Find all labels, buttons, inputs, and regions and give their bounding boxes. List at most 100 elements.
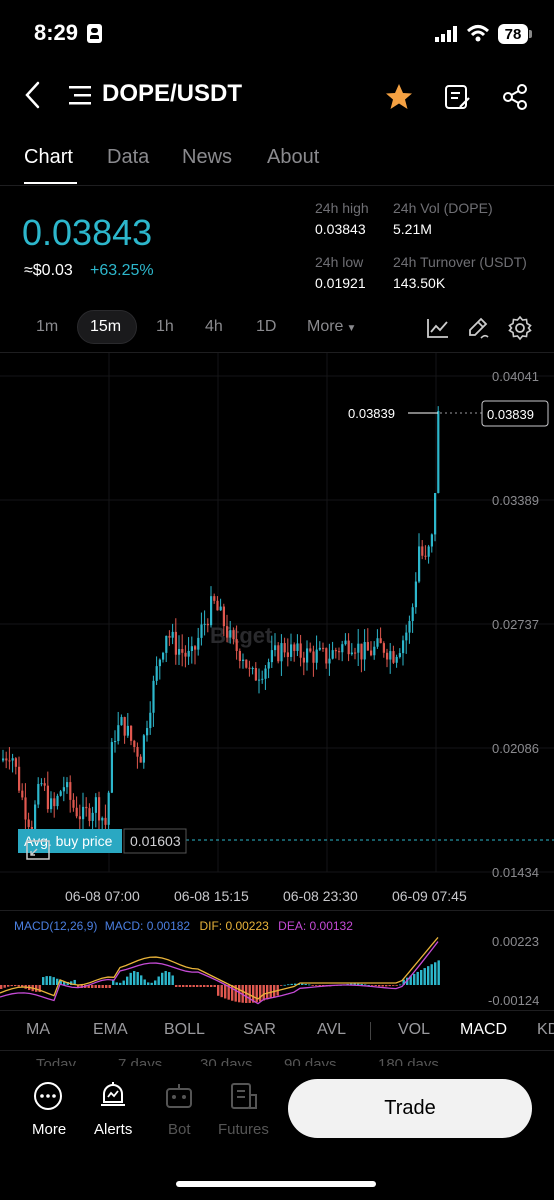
candle-body <box>411 607 414 622</box>
macd-bar <box>175 985 178 987</box>
period-90d[interactable]: 90 days <box>284 1056 337 1066</box>
candle-body <box>254 668 257 681</box>
candle-body <box>296 643 299 651</box>
notes-icon[interactable] <box>443 83 471 111</box>
macd-bar <box>10 985 13 987</box>
macd-bar <box>17 985 20 987</box>
timeframe-1d[interactable]: 1D <box>256 318 276 336</box>
menu-icon[interactable] <box>68 84 94 106</box>
candle-body <box>408 621 411 633</box>
tab-news[interactable]: News <box>182 146 232 169</box>
signal-icon <box>435 26 457 42</box>
settings-gear-icon[interactable] <box>507 315 533 341</box>
status-time: 8:29 <box>34 20 79 45</box>
macd-bar <box>178 985 181 987</box>
back-icon[interactable] <box>22 80 44 110</box>
alert-icon[interactable] <box>98 1080 128 1110</box>
period-today[interactable]: Today <box>36 1056 76 1066</box>
timeframe-15m[interactable]: 15m <box>90 318 121 336</box>
indicator-boll[interactable]: BOLL <box>164 1021 205 1039</box>
candle-body <box>34 804 37 829</box>
macd-bar <box>136 972 139 985</box>
candle-body <box>382 643 385 653</box>
indicator-sar[interactable]: SAR <box>243 1021 276 1039</box>
macd-bar <box>14 985 17 987</box>
draw-pen-icon[interactable] <box>466 315 492 341</box>
nav-more[interactable]: More <box>32 1121 66 1138</box>
candle-body <box>184 652 187 657</box>
y-tick: 0.02086 <box>492 741 539 756</box>
macd-bar <box>189 985 192 987</box>
macd-bar <box>210 985 213 987</box>
macd-bar <box>115 982 118 985</box>
turnover-label: 24h Turnover (USDT) <box>393 254 527 270</box>
tab-chart[interactable]: Chart <box>24 146 73 169</box>
macd-bar <box>434 962 437 985</box>
bot-icon[interactable] <box>164 1081 194 1111</box>
candle-body <box>379 638 382 644</box>
candle-body <box>264 668 267 679</box>
candle-body <box>274 645 277 651</box>
futures-icon[interactable] <box>229 1081 259 1111</box>
tab-about[interactable]: About <box>267 146 319 169</box>
candle-body <box>270 650 273 663</box>
candle-body <box>238 650 241 662</box>
period-7d[interactable]: 7 days <box>118 1056 162 1066</box>
battery-indicator: 78 <box>498 24 528 44</box>
y-tick: 0.02737 <box>492 617 539 632</box>
candle-body <box>427 546 430 557</box>
timeframe-more[interactable]: More ▼ <box>307 318 356 336</box>
macd-bar <box>94 985 97 988</box>
star-icon[interactable] <box>384 82 414 112</box>
candle-body <box>174 631 177 655</box>
nav-alerts[interactable]: Alerts <box>94 1121 132 1138</box>
nav-bot[interactable]: Bot <box>168 1121 191 1138</box>
candle-body <box>373 646 376 656</box>
candle-body <box>232 630 235 640</box>
candle-body <box>53 798 56 807</box>
candle-body <box>280 643 283 662</box>
home-indicator[interactable] <box>176 1181 376 1187</box>
candle-body <box>206 623 209 626</box>
more-icon[interactable] <box>33 1081 63 1111</box>
timeframe-4h[interactable]: 4h <box>205 318 223 336</box>
candle-body <box>344 640 347 645</box>
candle-body <box>69 782 72 800</box>
timeframe-1m[interactable]: 1m <box>36 318 58 336</box>
period-30d[interactable]: 30 days <box>200 1056 253 1066</box>
candle-body <box>2 758 5 761</box>
candle-body <box>216 600 219 611</box>
tab-data[interactable]: Data <box>107 146 149 169</box>
indicator-ma[interactable]: MA <box>26 1021 50 1039</box>
candle-body <box>395 656 398 663</box>
candle-body <box>62 787 65 792</box>
candle-body <box>277 645 280 662</box>
nav-futures[interactable]: Futures <box>218 1121 269 1138</box>
indicator-kd[interactable]: KD <box>537 1021 554 1039</box>
macd-bar <box>217 985 220 996</box>
macd-bar <box>0 985 3 989</box>
turnover-value: 143.50K <box>393 275 446 291</box>
macd-bar <box>290 983 293 985</box>
macd-bar <box>168 972 171 985</box>
macd-bar <box>308 984 311 986</box>
indicator-divider-bottom <box>0 1050 554 1051</box>
indicator-avl[interactable]: AVL <box>317 1021 346 1039</box>
timeframe-1h[interactable]: 1h <box>156 318 174 336</box>
candle-body <box>331 650 334 659</box>
period-180d[interactable]: 180 days <box>378 1056 439 1066</box>
candlestick-chart[interactable]: Bitget 0.04041 0.03389 0.02737 0.02086 0… <box>0 353 554 910</box>
candle-body <box>222 606 225 627</box>
pair-title[interactable]: DOPE/USDT <box>102 80 242 108</box>
line-chart-icon[interactable] <box>426 316 450 340</box>
macd-bar <box>119 982 122 985</box>
share-icon[interactable] <box>502 83 530 111</box>
watermark-logo: Bitget <box>210 623 273 648</box>
high-marker-label: 0.03839 <box>348 406 395 421</box>
indicator-ema[interactable]: EMA <box>93 1021 128 1039</box>
indicator-vol[interactable]: VOL <box>398 1021 430 1039</box>
candle-body <box>43 783 46 786</box>
trade-button[interactable]: Trade <box>288 1079 532 1138</box>
indicator-macd[interactable]: MACD <box>460 1021 507 1039</box>
macd-bar <box>154 980 157 985</box>
